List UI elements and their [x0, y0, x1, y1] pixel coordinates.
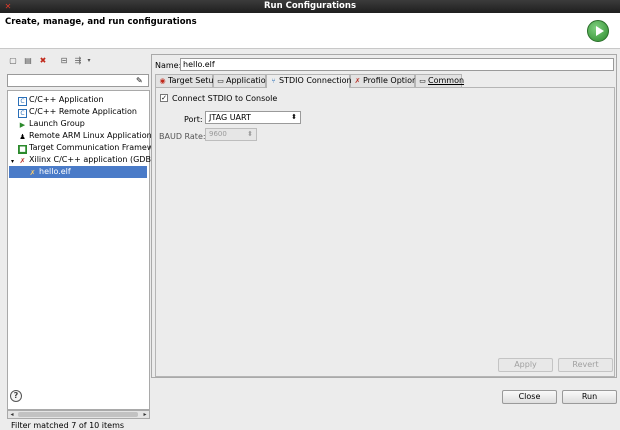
stdio-tab-content: ✓ Connect STDIO to Console Port: JTAG UA…	[155, 87, 615, 377]
config-tree[interactable]: C C/C++ Application C C/C++ Remote Applica…	[7, 90, 166, 410]
tree-item-hello-elf[interactable]: ✗ hello.elf	[9, 166, 147, 178]
clear-filter-icon[interactable]: ✎	[136, 76, 145, 85]
tree-item-xilinx-gdb[interactable]: ▾ ✗ Xilinx C/C++ application (GDB)	[9, 154, 154, 166]
window-menu-icon[interactable]: ✕	[3, 2, 13, 11]
tree-item-label: Target Communication Framework	[29, 143, 167, 152]
tree-item-label: C/C++ Application	[29, 95, 104, 104]
new-config-icon[interactable]: ▢	[8, 56, 18, 66]
linux-penguin-icon: ♟	[19, 133, 26, 141]
connect-stdio-label: Connect STDIO to Console	[172, 94, 278, 103]
tree-item-launch-group[interactable]: ▶ Launch Group	[18, 118, 85, 130]
tab-profile-options[interactable]: ✗ Profile Options	[350, 74, 421, 87]
tab-label: Profile Options	[363, 76, 422, 85]
header-banner: Create, manage, and run configurations	[0, 13, 620, 49]
help-icon[interactable]: ?	[10, 390, 22, 402]
port-select[interactable]: JTAG UART ⬍	[205, 111, 301, 124]
filter-config-icon[interactable]: ⇶	[73, 56, 83, 66]
tab-stdio-connection[interactable]: ⑂ STDIO Connection	[266, 74, 352, 88]
select-arrows-icon: ⬍	[247, 130, 253, 138]
tab-common[interactable]: ▭ Common	[415, 74, 465, 87]
tree-item-label: hello.elf	[39, 167, 71, 176]
apply-button[interactable]: Apply	[498, 358, 553, 372]
collapse-all-icon[interactable]: ⊟	[59, 56, 69, 66]
tree-item-c-remote-application[interactable]: C C/C++ Remote Application	[18, 106, 137, 118]
target-icon: ◉	[159, 77, 166, 85]
filter-dropdown-icon[interactable]: ▾	[84, 56, 94, 66]
window-title: Run Configurations	[263, 1, 357, 11]
tree-item-label: Remote ARM Linux Application	[29, 131, 152, 140]
port-label: Port:	[184, 115, 203, 124]
application-icon: ▭	[217, 77, 224, 85]
tcf-icon: ■	[18, 145, 27, 154]
filter-status: Filter matched 7 of 10 items	[11, 421, 125, 430]
port-value: JTAG UART	[209, 113, 251, 122]
config-list-panel: ▢ ▤ ✖ ⊟ ⇶ ▾ ✎ C C/C++ Application C C/C++ …	[4, 54, 166, 430]
tree-item-tcf[interactable]: ■ Target Communication Framework	[18, 142, 166, 154]
scroll-left-icon[interactable]: ◂	[8, 411, 16, 418]
close-button[interactable]: Close	[502, 390, 557, 404]
tree-item-label: C/C++ Remote Application	[29, 107, 137, 116]
scroll-right-icon[interactable]: ▸	[141, 411, 149, 418]
profile-icon: ✗	[354, 77, 361, 85]
delete-config-icon[interactable]: ✖	[38, 56, 48, 66]
config-editor-panel: Name: hello.elf ◉ Target Setup ▭ Applicati…	[151, 54, 617, 378]
tab-label: Target Setup	[168, 76, 219, 85]
tree-item-label: Launch Group	[29, 119, 85, 128]
config-icon: ✗	[29, 169, 36, 177]
tree-item-c-application[interactable]: C C/C++ Application	[18, 94, 104, 106]
banner-heading: Create, manage, and run configurations	[5, 17, 197, 27]
tree-horizontal-scrollbar[interactable]: ◂ ▸	[7, 410, 150, 419]
expand-chevron-icon[interactable]: ▾	[9, 157, 16, 166]
revert-button[interactable]: Revert	[558, 358, 613, 372]
duplicate-config-icon[interactable]: ▤	[23, 56, 33, 66]
common-icon: ▭	[419, 77, 426, 85]
tab-label: Common	[428, 76, 465, 85]
run-icon	[587, 20, 609, 42]
name-field[interactable]: hello.elf	[180, 58, 614, 71]
name-label: Name:	[155, 61, 182, 70]
tab-label: Application	[226, 76, 271, 85]
c-app-icon: C	[18, 97, 27, 106]
scrollbar-thumb[interactable]	[18, 412, 138, 417]
tab-application[interactable]: ▭ Application	[213, 74, 271, 87]
stdio-icon: ⑂	[271, 77, 276, 85]
config-toolbar: ▢ ▤ ✖ ⊟ ⇶ ▾	[4, 54, 148, 68]
baud-rate-label: BAUD Rate:	[159, 132, 206, 141]
tab-label: STDIO Connection	[279, 76, 352, 85]
title-bar: ✕ Run Configurations	[0, 0, 620, 13]
xilinx-app-icon: ✗	[19, 157, 26, 165]
baud-rate-select[interactable]: 9600 ⬍	[205, 128, 257, 141]
filter-input[interactable]	[7, 74, 149, 87]
config-tabs: ◉ Target Setup ▭ Application ⑂ STDIO Connec…	[155, 74, 615, 88]
connect-stdio-checkbox[interactable]: ✓	[160, 94, 168, 102]
launch-group-icon: ▶	[19, 121, 26, 129]
tree-item-label: Xilinx C/C++ application (GDB)	[29, 155, 155, 164]
baud-rate-value: 9600	[209, 130, 227, 138]
tab-target-setup[interactable]: ◉ Target Setup	[155, 74, 219, 87]
run-button[interactable]: Run	[562, 390, 617, 404]
tree-item-remote-arm-linux[interactable]: ♟ Remote ARM Linux Application	[18, 130, 152, 142]
c-remote-app-icon: C	[18, 109, 27, 118]
select-arrows-icon: ⬍	[291, 113, 297, 121]
